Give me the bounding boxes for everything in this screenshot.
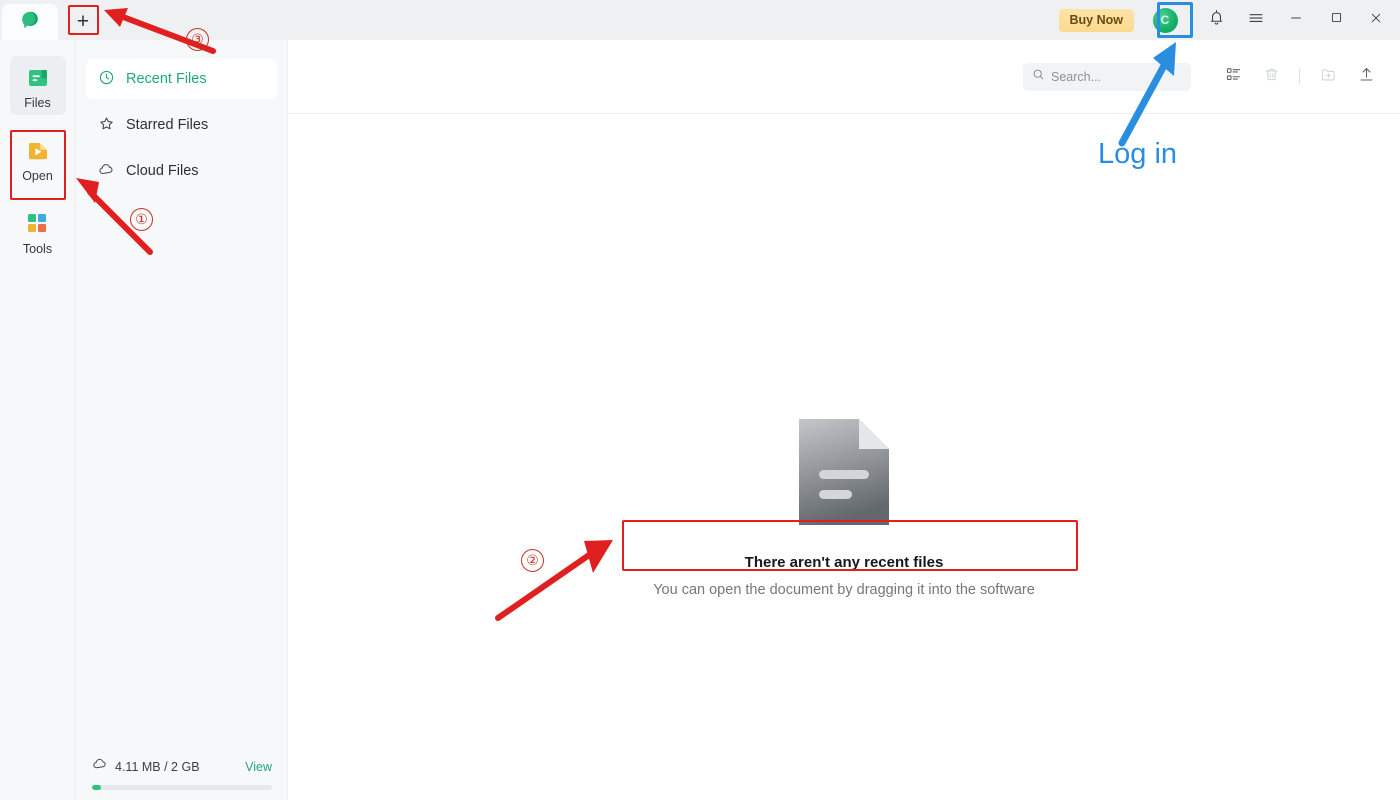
storage-row: 4.11 MB / 2 GB View (92, 756, 272, 777)
nav-list: Recent Files Starred Files Cloud Files (76, 40, 287, 191)
delete-button[interactable] (1255, 61, 1287, 93)
hamburger-menu-icon (1247, 9, 1265, 32)
left-rail: Files Open Tools (0, 40, 76, 800)
sidebar-item-label: Tools (22, 242, 53, 256)
cloud-icon (92, 756, 108, 777)
storage-view-link[interactable]: View (245, 760, 272, 774)
titlebar-right-group: Buy Now C (1058, 0, 1400, 40)
app-window: + Buy Now C Files Open Tools Recent File… (0, 0, 1400, 800)
sidebar-item-tools[interactable]: Tools (10, 202, 66, 261)
nav-item-label: Starred Files (126, 117, 209, 133)
cloud-icon (98, 161, 115, 182)
trash-icon (1263, 66, 1280, 88)
buy-now-label: Buy Now (1069, 13, 1123, 27)
minimize-button[interactable] (1276, 0, 1316, 40)
avatar: C (1152, 7, 1178, 33)
minimize-icon (1288, 10, 1304, 31)
empty-state-title: There aren't any recent files (744, 554, 944, 571)
sidebar-item-label: Files (24, 96, 51, 110)
new-tab-label: + (76, 10, 90, 33)
account-avatar-button[interactable]: C (1148, 3, 1182, 37)
nav-item-recent-files[interactable]: Recent Files (86, 59, 277, 99)
maximize-button[interactable] (1316, 0, 1356, 40)
main-menu-button[interactable] (1236, 0, 1276, 40)
sidebar-item-files[interactable]: Files (9, 56, 66, 115)
tools-grid-icon (24, 210, 52, 238)
nav-item-label: Recent Files (126, 71, 207, 87)
maximize-icon (1329, 10, 1344, 30)
storage-usage-text: 4.11 MB / 2 GB (115, 759, 200, 774)
document-placeholder-icon (797, 417, 891, 532)
list-view-button[interactable] (1217, 61, 1249, 93)
storage-indicator: 4.11 MB / 2 GB View (76, 756, 288, 790)
new-tab-button[interactable]: + (66, 7, 100, 37)
content-toolbar: Search... (288, 40, 1400, 114)
clock-icon (98, 69, 115, 90)
upload-icon (1358, 66, 1375, 88)
empty-state: There aren't any recent files You can op… (288, 114, 1400, 800)
search-icon (1032, 68, 1045, 86)
star-icon (98, 115, 115, 136)
sidebar-item-label: Open (22, 169, 53, 183)
close-button[interactable] (1356, 0, 1396, 40)
avatar-letter: C (1160, 13, 1170, 27)
content-area: Search... There aren't any recent files … (288, 40, 1400, 800)
upload-button[interactable] (1350, 61, 1382, 93)
open-folder-icon (24, 137, 52, 165)
title-bar: + Buy Now C (0, 0, 1400, 40)
empty-state-subtitle: You can open the document by dragging it… (653, 582, 1035, 598)
nav-item-starred-files[interactable]: Starred Files (86, 105, 277, 145)
app-logo-green-speech-bubble-icon (19, 9, 41, 36)
close-icon (1368, 10, 1384, 31)
bell-icon (1208, 9, 1225, 31)
search-input[interactable]: Search... (1023, 62, 1191, 91)
search-placeholder: Search... (1051, 69, 1102, 84)
nav-panel: Recent Files Starred Files Cloud Files 4… (76, 40, 288, 800)
buy-now-button[interactable]: Buy Now (1058, 8, 1134, 32)
app-logo-tab[interactable] (2, 4, 58, 40)
storage-progress-fill (92, 785, 101, 790)
new-folder-icon (1320, 66, 1337, 88)
nav-item-label: Cloud Files (126, 163, 199, 179)
nav-item-cloud-files[interactable]: Cloud Files (86, 151, 277, 191)
storage-progress-bar (92, 785, 272, 790)
notifications-button[interactable] (1196, 0, 1236, 40)
toolbar-divider (1299, 68, 1300, 85)
sidebar-item-open[interactable]: Open (10, 129, 66, 188)
files-icon (24, 64, 52, 92)
list-view-icon (1225, 66, 1242, 88)
new-folder-button[interactable] (1312, 61, 1344, 93)
